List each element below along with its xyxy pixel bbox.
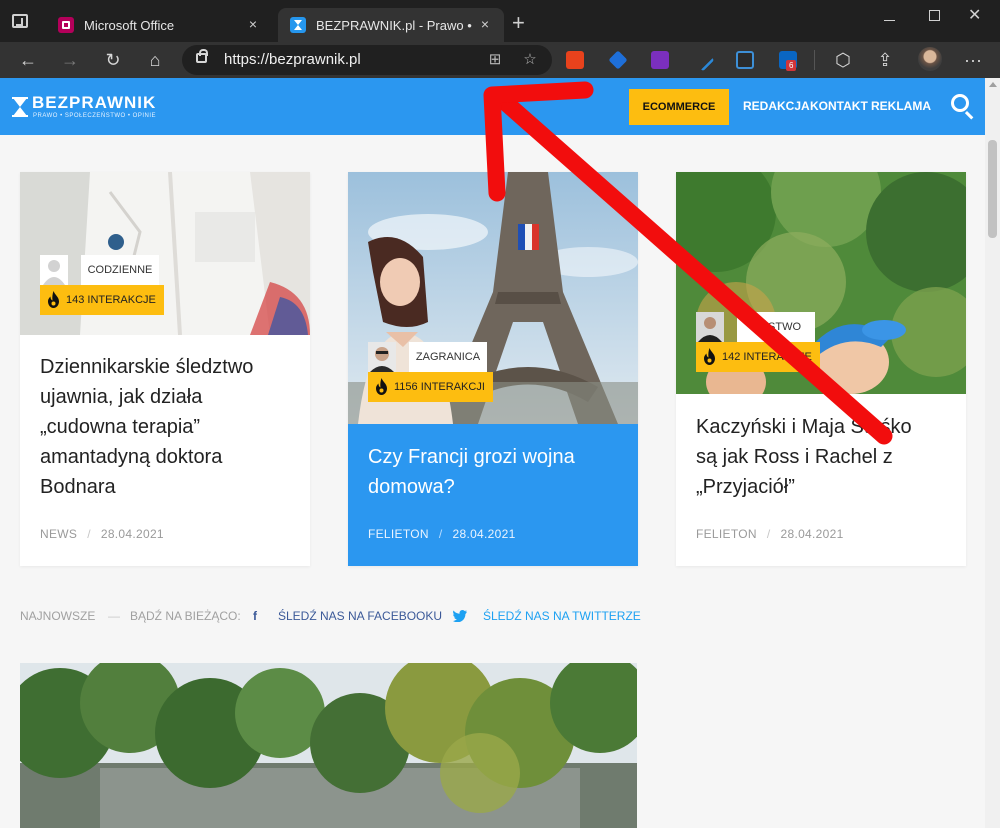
red-arrow-annotation bbox=[483, 81, 893, 445]
